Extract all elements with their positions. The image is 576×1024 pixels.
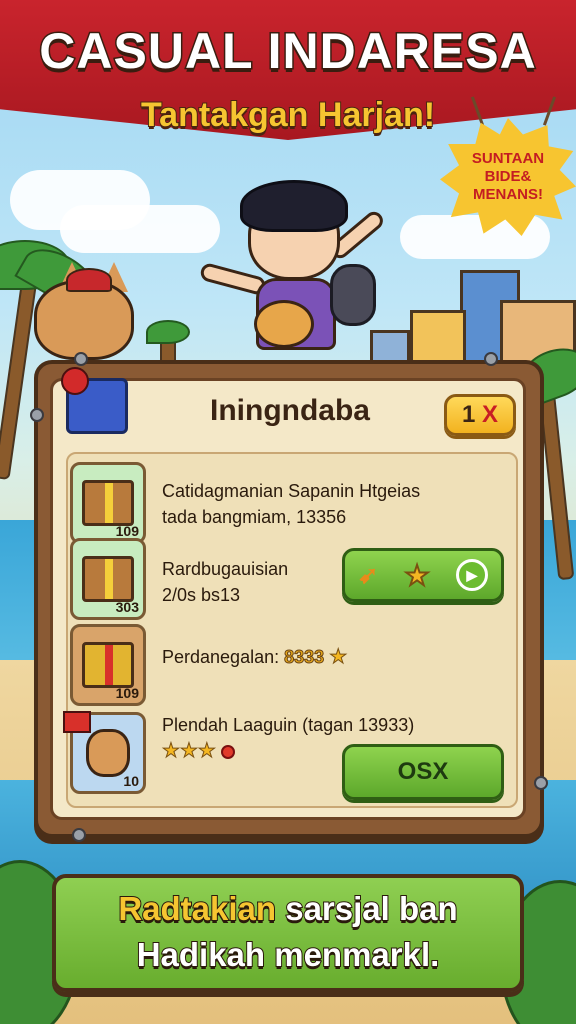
rocket-icon: ➹ xyxy=(358,561,379,589)
promo-line: SUNTAAN xyxy=(471,150,545,167)
reward-item-text: Catidagmanian Sapanin Htgeias tada bangm… xyxy=(162,478,502,530)
star-icon: ★ xyxy=(329,646,348,669)
close-x-icon: X xyxy=(482,401,499,428)
panel-title: Iningndaba xyxy=(210,394,370,427)
game-title: CASUAL INDARESA xyxy=(38,22,537,81)
reward-item-text: Rardbugauisian 2/0s bs13 xyxy=(162,556,342,608)
multiplier-label: 1 xyxy=(461,401,476,428)
item-title: Plendah Laaguin (tagan 13933) xyxy=(162,715,415,735)
promo-line: BIDE& xyxy=(484,168,532,185)
red-gem-icon xyxy=(220,745,235,759)
item-count: 303 xyxy=(115,599,139,615)
nail xyxy=(534,776,548,790)
nail xyxy=(72,828,86,842)
claim-button-label: OSX xyxy=(397,758,449,785)
item-count: 109 xyxy=(115,523,139,539)
cloud xyxy=(60,205,220,253)
multiplier-close-button[interactable]: 1 X xyxy=(444,394,516,436)
item-value: 8333 xyxy=(284,647,325,668)
gold-box-icon xyxy=(82,480,134,526)
boost-play-button[interactable]: ➹ ★ ▶ xyxy=(342,548,504,602)
item-detail: 2/0s bs13 xyxy=(162,585,241,605)
footer-highlight: Radtakian xyxy=(117,889,277,928)
reward-item-text: Perdanegalan: 8333 ★ xyxy=(162,644,462,670)
treasure-chest-icon xyxy=(61,367,128,434)
fox-avatar-icon xyxy=(86,729,130,777)
gift-box-icon xyxy=(82,642,134,688)
reward-item-icon[interactable]: 109 xyxy=(70,462,146,544)
claim-button[interactable]: OSX xyxy=(342,744,504,800)
footer-line1-rest: sarsjal ban xyxy=(276,889,458,928)
star-icon: ★ xyxy=(179,740,198,763)
star-icon: ★ xyxy=(404,559,430,591)
item-detail: tada bangmiam, 13356 xyxy=(162,507,347,527)
star-icon: ★ xyxy=(197,740,216,763)
reward-item-icon[interactable]: 10 xyxy=(63,711,146,794)
strawberry-icon xyxy=(61,367,89,395)
item-count: 10 xyxy=(123,773,139,789)
star-icon: ★ xyxy=(162,740,181,763)
nail xyxy=(74,352,88,366)
promo-line: MENANS! xyxy=(473,186,543,203)
footer-line-2: Hadikah menmarkl. xyxy=(136,935,441,974)
fox-body xyxy=(34,280,134,360)
guitar-icon xyxy=(254,300,314,348)
gamepad-icon xyxy=(330,264,376,326)
reward-item-icon[interactable]: 303 xyxy=(70,538,146,620)
palm-leaf xyxy=(146,320,190,344)
nail xyxy=(484,352,498,366)
item-label: Perdanegalan: xyxy=(162,647,280,667)
palm-trunk xyxy=(0,269,39,481)
footer-line-1: Radtakian sarsjal ban xyxy=(52,889,524,928)
fox-hat xyxy=(66,268,112,292)
item-count: 109 xyxy=(115,685,139,701)
nail xyxy=(30,408,44,422)
play-icon: ▶ xyxy=(455,559,488,591)
item-title: Catidagmanian Sapanin Htgeias xyxy=(162,481,421,501)
boy-hair xyxy=(240,180,348,232)
item-title: Rardbugauisian xyxy=(162,559,289,579)
reward-item-icon[interactable]: 109 xyxy=(70,624,146,706)
wooden-box-icon xyxy=(82,556,134,602)
red-flag-icon xyxy=(63,711,91,733)
